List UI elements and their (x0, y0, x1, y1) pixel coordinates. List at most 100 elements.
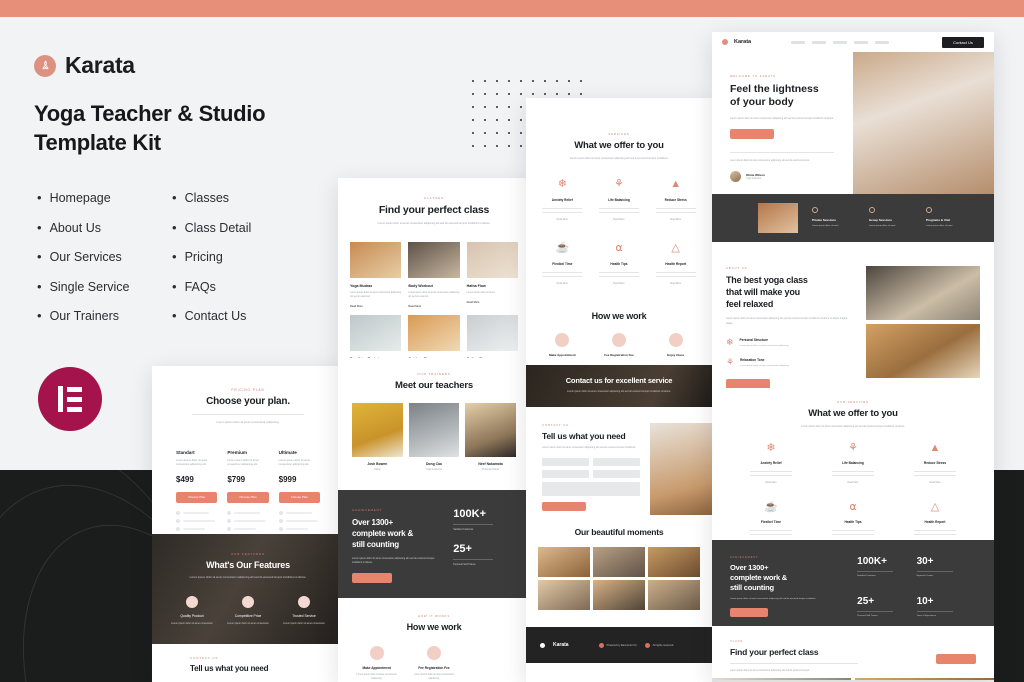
last-name-field[interactable] (592, 458, 640, 467)
class-card-link[interactable]: Read More (467, 301, 518, 304)
stat-item: 10+ Years of Experience (916, 596, 976, 626)
hero-paragraph: Lorem ipsum dolor sit amet consectetur a… (730, 116, 834, 120)
class-card[interactable]: Hatha Flow Lorem ipsum dolor sit amet. R… (466, 242, 518, 308)
how-we-work-section: HOW IT WORKS How we work Make Appointmen… (338, 598, 530, 682)
stat-item: 25+ Personal Self Trainer (453, 543, 516, 566)
pages-column-left: • Homepage • About Us • Our Services • Singl… (34, 183, 169, 331)
nav-item-home[interactable] (791, 40, 806, 44)
stat-label: Years of Experience (916, 615, 937, 617)
class-card-link[interactable]: Read More (408, 305, 459, 308)
contact-title: Tell us what you need (190, 664, 269, 673)
pricing-plan-card[interactable]: Premium Lorem ipsum dolor sit amet conse… (227, 450, 269, 534)
nav-cta-button[interactable]: Contact Us (942, 36, 984, 48)
class-card[interactable]: Yoga Mudras Lorem ipsum dolor sit amet c… (350, 242, 402, 308)
teacher-role: Personal Trainer (481, 468, 500, 471)
class-card[interactable]: Outdoor Class Lorem ipsum dolor sit amet… (408, 315, 460, 358)
nav-item-pages[interactable] (854, 40, 869, 44)
teacher-card[interactable]: Dong Cao Yoga Instructor (408, 403, 460, 471)
gallery-photo (593, 580, 645, 610)
phone-field[interactable] (542, 470, 589, 479)
plan-name: Premium (227, 450, 247, 455)
lotus-icon: ❄ (766, 442, 776, 455)
offer-section: SERVICES What we offer to you Lorem ipsu… (526, 118, 712, 303)
stats-title-line-1: Over 1300+ (730, 563, 769, 572)
offer-item-link[interactable]: Read More (847, 482, 858, 484)
grid-dot (508, 93, 510, 95)
about-feature: ❄ Personal Structure Lorem ipsum dolor s… (726, 337, 789, 348)
nav-item-contact[interactable] (875, 40, 890, 44)
footer-logo-icon (540, 642, 545, 648)
stats-button[interactable] (730, 608, 768, 618)
pricing-plan-card[interactable]: Ultimate Lorem ipsum dolor sit amet cons… (278, 450, 320, 534)
pricing-contact-section: CONTACT US Tell us what you need (152, 644, 344, 682)
nav-item-service[interactable] (812, 40, 827, 44)
class-card-image (408, 242, 460, 279)
list-item: • Our Services (34, 242, 169, 272)
nav-menu[interactable] (791, 40, 890, 44)
cta-band: Contact us for excellent service Lorem i… (526, 365, 712, 407)
list-item: • Contact Us (169, 301, 304, 331)
teacher-card[interactable]: Neef Nakamoto Personal Trainer (465, 403, 516, 471)
view-all-button[interactable] (935, 654, 976, 664)
offer-item-link[interactable]: Read More (765, 482, 776, 484)
pricing-mockup[interactable]: PRICING PLAN Choose your plan. Lorem ips… (152, 366, 344, 682)
stats-title-line-2: complete work & (730, 573, 788, 583)
plan-name: Standart (176, 450, 195, 455)
cta-paragraph: Lorem ipsum dolor sit amet consectetur a… (567, 390, 671, 393)
footer-link[interactable]: Powered by Elementor Kit (607, 644, 637, 647)
pricing-plan-card[interactable]: Standart Lorem ipsum dolor sit amet cons… (176, 450, 218, 534)
feature-bar-thumb (758, 203, 798, 233)
feature-bar-title: Group Sessions (869, 218, 893, 223)
offer-item: △ Health Report Read More (647, 243, 704, 285)
class-card[interactable]: Body Workout Lorem ipsum dolor sit amet … (408, 242, 460, 308)
footer-brand: Karata (553, 642, 569, 648)
class-card[interactable]: Online Class Lorem ipsum dolor sit amet.… (466, 315, 518, 358)
footer-link[interactable]: All rights reserved (653, 644, 674, 647)
posture-icon: ▲ (670, 178, 682, 191)
choose-plan-button[interactable]: Choose Plan (176, 491, 218, 503)
teacher-card[interactable]: Josh Bowen Trainer (352, 403, 403, 471)
teacher-photo (352, 403, 403, 457)
bottle-icon: ⍺ (849, 501, 857, 514)
offer-item-title: Flexibel Time (760, 520, 782, 525)
class-card-image (466, 242, 518, 279)
about-button[interactable] (726, 378, 770, 388)
meditate-icon: △ (671, 242, 680, 255)
plan-feature-list (176, 510, 217, 534)
how-step: Make Appointment Lorem ipsum dolor sit a… (348, 646, 405, 682)
how-we-work-section: How we work Make Appointment Fee Registr… (526, 303, 712, 365)
class-card[interactable]: Breathing Techniques Lorem ipsum dolor s… (350, 315, 402, 358)
nav-item-classes[interactable] (833, 40, 848, 44)
how-step: Fee Registration Fee (591, 333, 648, 357)
offer-item: △ Health Report Read More (894, 502, 976, 540)
bullet-icon: • (37, 219, 42, 235)
features-title: What's Our Features (206, 560, 290, 570)
stats-title-line-3: still counting (352, 540, 399, 550)
offer-item-link[interactable]: Read More (929, 482, 940, 484)
class-card-link[interactable]: Read More (350, 305, 401, 308)
contact-section: CONTACT US Tell us what you need Lorem i… (526, 407, 712, 515)
classes-mockup[interactable]: CLASSES Find your perfect class Lorem ip… (338, 178, 530, 682)
pricing-eyebrow: PRICING PLAN (231, 388, 265, 392)
send-message-button[interactable] (542, 502, 586, 512)
choose-plan-button[interactable]: Choose Plan (278, 491, 320, 503)
services-mockup[interactable]: SERVICES What we offer to you Lorem ipsu… (526, 98, 712, 682)
email-field[interactable] (592, 470, 640, 479)
hero-section: WELCOME TO KARATA Feel the lightness of … (712, 52, 994, 194)
bottle-icon: ⍺ (615, 242, 623, 255)
site-nav[interactable]: Karata Contact Us (712, 32, 994, 52)
posture-icon: ▲ (929, 442, 941, 455)
grid-dot (520, 106, 522, 108)
first-name-field[interactable] (542, 458, 589, 467)
grid-dot (496, 80, 498, 82)
footer-bullet-icon (644, 642, 650, 648)
offer-item-title: Anxiety Relief (760, 461, 782, 466)
choose-plan-button[interactable]: Choose Plan (227, 491, 269, 503)
about-title-line-1: The best yoga class (726, 275, 808, 285)
about-feature: ⚘ Relaxation Tone Lorem ipsum dolor sit … (726, 356, 790, 367)
offer-title: What we offer to you (808, 408, 898, 419)
homepage-mockup[interactable]: Karata Contact Us WELCOME TO KARATA Feel… (712, 32, 994, 680)
grid-dot (580, 93, 582, 95)
message-field[interactable] (542, 482, 640, 497)
hero-button[interactable] (730, 129, 774, 140)
